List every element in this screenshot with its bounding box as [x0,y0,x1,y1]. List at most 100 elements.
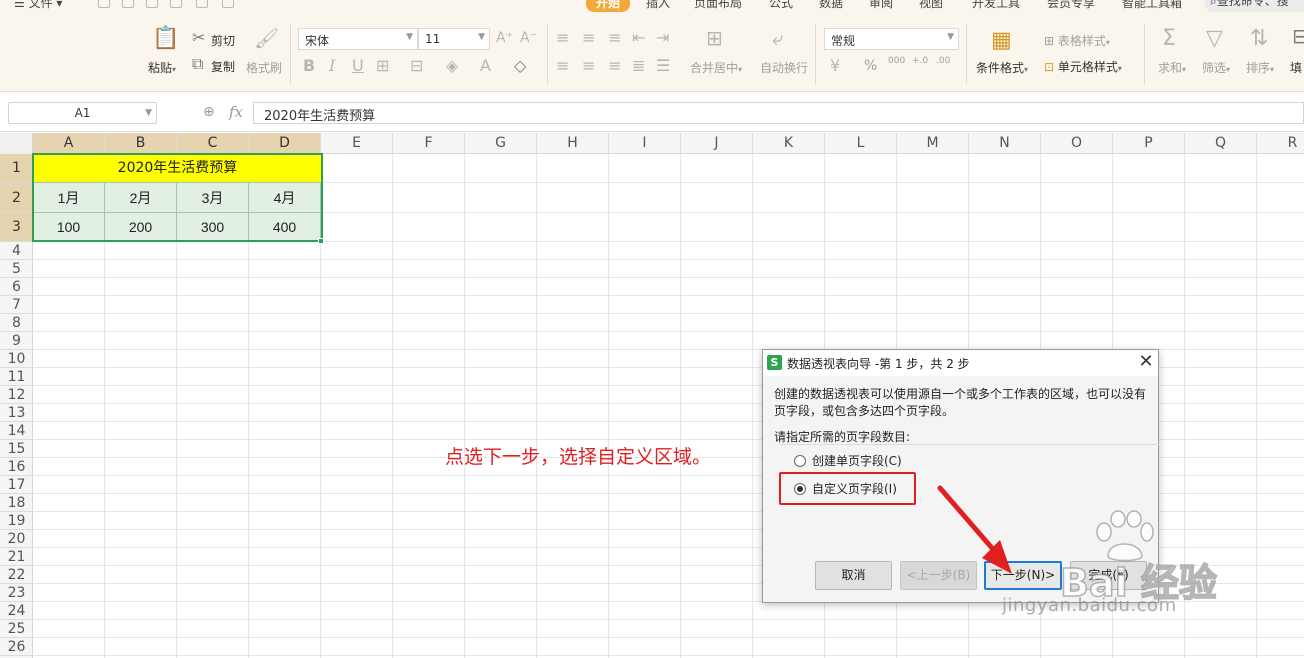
row-header-3[interactable]: 3 [0,213,33,242]
align-left-icon[interactable]: ≡ [556,58,569,74]
cell-month-2[interactable]: 2月 [105,183,177,213]
name-box[interactable]: A1 ▼ [8,102,157,124]
sum-icon[interactable]: Σ [1162,28,1176,50]
row-header-2[interactable]: 2 [0,183,33,213]
filter-icon[interactable]: ▽ [1206,28,1223,50]
fill-handle[interactable] [318,238,324,244]
tab-smart-tools[interactable]: 智能工具箱 [1122,0,1182,11]
row-header-26[interactable]: 26 [0,638,33,656]
cell-month-4[interactable]: 4月 [249,183,321,213]
row-header-16[interactable]: 16 [0,458,33,476]
undo-icon[interactable] [196,0,208,8]
thousands-button[interactable]: 000 [888,56,905,66]
radio-single-page-field[interactable]: 创建单页字段(C) [794,452,902,469]
save-icon[interactable] [98,0,110,8]
redo-icon[interactable] [222,0,234,8]
fill-icon[interactable]: ⊟ [1292,26,1304,46]
decimal-decrease-button[interactable]: .00 [936,56,950,66]
tab-review[interactable]: 审阅 [869,0,893,11]
font-shrink-icon[interactable]: A⁻ [520,30,537,46]
percent-button[interactable]: % [864,58,877,74]
column-header-q[interactable]: Q [1185,133,1257,154]
formula-input[interactable]: 2020年生活费预算 [253,102,1304,124]
bold-icon[interactable]: B [303,58,315,74]
tab-data[interactable]: 数据 [819,0,843,11]
row-header-14[interactable]: 14 [0,422,33,440]
column-header-i[interactable]: I [609,133,681,154]
italic-icon[interactable]: I [329,58,335,74]
tab-developer[interactable]: 开发工具 [972,0,1020,11]
align-top-icon[interactable]: ≡ [556,30,569,46]
column-header-k[interactable]: K [753,133,825,154]
distribute-icon[interactable]: ☰ [656,58,670,74]
column-header-o[interactable]: O [1041,133,1113,154]
row-header-23[interactable]: 23 [0,584,33,602]
cell-shading-icon[interactable]: ⊟ [410,58,423,74]
row-header-10[interactable]: 10 [0,350,33,368]
currency-icon[interactable]: ¥ [830,58,840,74]
column-header-m[interactable]: M [897,133,969,154]
sum-button[interactable]: 求和▾ [1158,59,1186,76]
row-header-19[interactable]: 19 [0,512,33,530]
conditional-format-button[interactable]: 条件格式▾ [976,59,1028,76]
fill-button[interactable]: 填 [1290,59,1302,76]
align-bottom-icon[interactable]: ≡ [608,30,621,46]
number-format-select[interactable]: 常规 ▼ [824,28,959,50]
decimal-increase-button[interactable]: +.0 [912,56,928,66]
preview-icon[interactable] [170,0,182,8]
cell-amount-4[interactable]: 400 [249,213,321,242]
font-color-icon[interactable]: A [480,58,491,74]
row-header-7[interactable]: 7 [0,296,33,314]
next-button[interactable]: 下一步(N)> [984,561,1062,590]
eraser-icon[interactable]: ◇ [514,58,526,74]
tab-insert[interactable]: 插入 [646,0,670,11]
align-middle-icon[interactable]: ≡ [582,30,595,46]
column-header-f[interactable]: F [393,133,465,154]
export-icon[interactable] [122,0,134,8]
row-header-11[interactable]: 11 [0,368,33,386]
dialog-titlebar[interactable]: S 数据透视表向导 -第 1 步，共 2 步 ✕ [763,350,1158,376]
font-size-select[interactable]: 11 ▼ [418,28,490,50]
font-grow-icon[interactable]: A⁺ [496,30,513,46]
row-header-1[interactable]: 1 [0,154,33,183]
row-header-4[interactable]: 4 [0,242,33,260]
row-header-8[interactable]: 8 [0,314,33,332]
row-header-24[interactable]: 24 [0,602,33,620]
row-header-5[interactable]: 5 [0,260,33,278]
cell-amount-1[interactable]: 100 [33,213,105,242]
column-header-n[interactable]: N [969,133,1041,154]
tab-formula[interactable]: 公式 [769,0,793,11]
fill-color-icon[interactable]: ◈ [446,58,458,74]
cell-month-3[interactable]: 3月 [177,183,249,213]
print-icon[interactable] [146,0,158,8]
font-name-select[interactable]: 宋体 ▼ [298,28,418,50]
tab-page-layout[interactable]: 页面布局 [694,0,742,11]
filter-button[interactable]: 筛选▾ [1202,59,1230,76]
justify-icon[interactable]: ≣ [632,58,645,74]
zoom-icon[interactable]: ⊕ [203,104,215,120]
cell-amount-3[interactable]: 300 [177,213,249,242]
cell-a1-title[interactable]: 2020年生活费预算 [33,154,322,183]
underline-icon[interactable]: U [352,58,364,74]
merge-center-button[interactable]: 合并居中▾ [690,59,742,76]
align-center-icon[interactable]: ≡ [582,58,595,74]
column-header-r[interactable]: R [1257,133,1304,154]
row-header-6[interactable]: 6 [0,278,33,296]
command-search[interactable]: ⌕查找命令、搜 [1204,0,1304,12]
sort-button[interactable]: 排序▾ [1246,59,1274,76]
tab-view[interactable]: 视图 [919,0,943,11]
tab-start[interactable]: 开始 [586,0,631,12]
paste-button[interactable]: 粘贴▾ [148,59,176,76]
format-painter-icon[interactable]: 🖌 [254,28,279,48]
row-header-21[interactable]: 21 [0,548,33,566]
column-header-b[interactable]: B [105,133,177,154]
column-header-j[interactable]: J [681,133,753,154]
column-header-g[interactable]: G [465,133,537,154]
indent-increase-icon[interactable]: ⇥ [656,30,669,46]
file-menu[interactable]: ☰ 文件 ▾ [14,0,62,11]
row-header-18[interactable]: 18 [0,494,33,512]
back-button[interactable]: <上一步(B) [900,561,977,590]
cell-style-button[interactable]: ⊡ 单元格样式▾ [1044,58,1122,75]
wrap-text-icon[interactable]: ⤶ [772,28,783,48]
cut-button[interactable]: 剪切 [211,32,235,49]
